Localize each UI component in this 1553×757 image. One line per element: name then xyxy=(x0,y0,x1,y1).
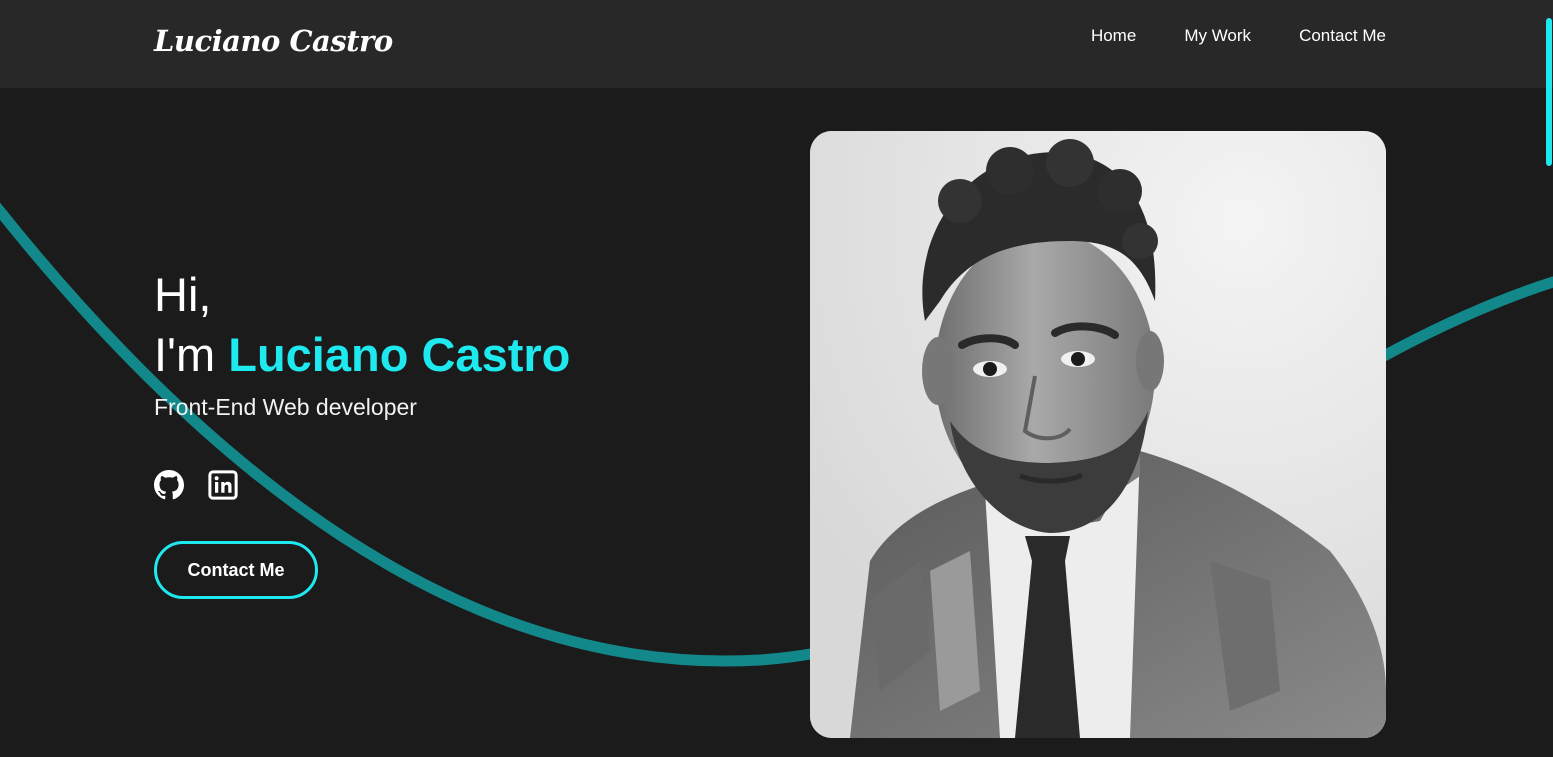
main-nav: Home My Work Contact Me xyxy=(1043,26,1386,46)
social-links xyxy=(154,470,238,500)
hero-text: Hi, I'm Luciano Castro Front-End Web dev… xyxy=(154,268,570,421)
hero-intro-prefix: I'm xyxy=(154,328,229,381)
linkedin-icon[interactable] xyxy=(208,470,238,500)
contact-me-button[interactable]: Contact Me xyxy=(154,541,318,599)
profile-photo xyxy=(810,131,1386,738)
scroll-progress-indicator xyxy=(1546,18,1552,166)
nav-home-link[interactable]: Home xyxy=(1091,26,1136,46)
nav-my-work-link[interactable]: My Work xyxy=(1184,26,1251,46)
hero-name: Luciano Castro xyxy=(228,328,571,381)
site-logo[interactable]: Luciano Castro xyxy=(154,24,393,58)
github-icon[interactable] xyxy=(154,470,184,500)
nav-contact-link[interactable]: Contact Me xyxy=(1299,26,1386,46)
page: Luciano Castro Home My Work Contact Me H… xyxy=(0,0,1553,757)
hero-role: Front-End Web developer xyxy=(154,394,417,420)
hero-greeting: Hi, xyxy=(154,268,212,321)
site-header: Luciano Castro Home My Work Contact Me xyxy=(0,0,1553,88)
hero-intro: I'm Luciano Castro xyxy=(154,322,570,388)
